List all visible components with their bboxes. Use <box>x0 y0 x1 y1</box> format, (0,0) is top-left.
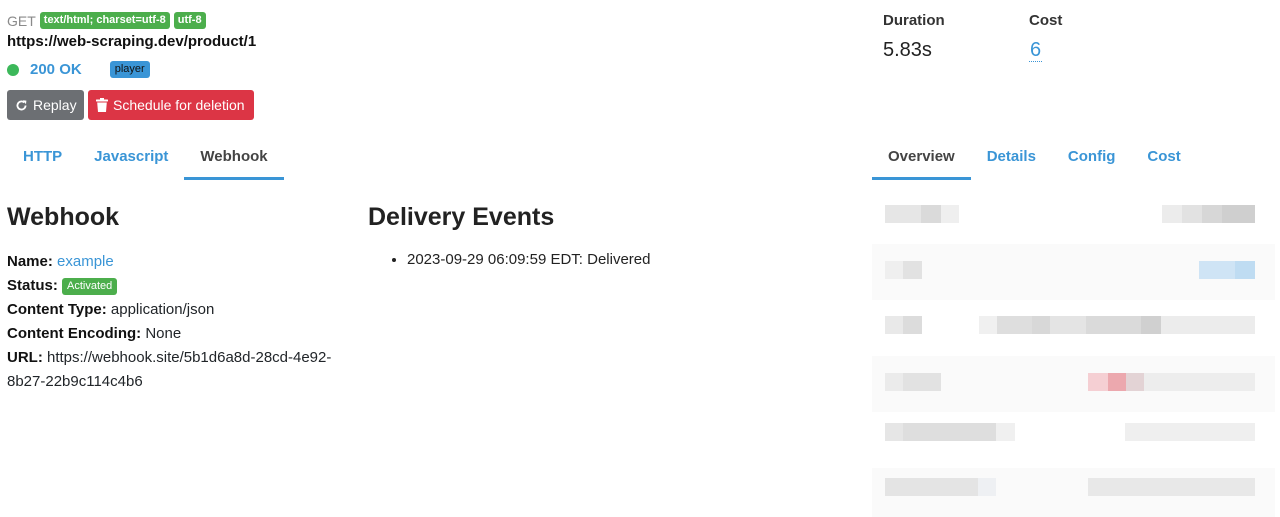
webhook-info: Name: example Status: Activated Content … <box>7 250 332 394</box>
redacted-row <box>872 300 1275 356</box>
replay-button[interactable]: Replay <box>7 90 84 120</box>
cost-label: Cost <box>1029 12 1063 29</box>
tab-http[interactable]: HTTP <box>7 136 78 180</box>
left-tab-bar: HTTP Javascript Webhook <box>7 136 284 180</box>
tab-webhook[interactable]: Webhook <box>184 136 284 180</box>
status-code: 200 OK <box>30 61 82 78</box>
content-encoding-label: Content Encoding: <box>7 325 142 342</box>
name-label: Name: <box>7 253 53 270</box>
status-line: 200 OK player <box>7 61 150 78</box>
url-label: URL: <box>7 349 43 366</box>
redacted-row <box>872 412 1275 468</box>
webhook-content-type-row: Content Type: application/json <box>7 298 332 322</box>
status-label: Status: <box>7 277 58 294</box>
activated-badge: Activated <box>62 278 118 295</box>
replay-icon <box>15 99 28 112</box>
http-method: GET <box>7 12 36 29</box>
cost-metric: Cost 6 <box>1029 12 1062 62</box>
delivery-event-item: 2023-09-29 06:09:59 EDT: Delivered <box>407 250 651 270</box>
duration-value: 5.83s <box>883 39 932 61</box>
webhook-name-link[interactable]: example <box>57 253 114 270</box>
content-encoding-value: None <box>145 325 182 342</box>
tab-cost[interactable]: Cost <box>1131 136 1196 180</box>
tab-overview[interactable]: Overview <box>872 136 971 180</box>
overview-panel-redacted <box>872 188 1275 517</box>
encoding-badge: utf-8 <box>173 12 206 29</box>
status-dot-icon <box>7 63 19 76</box>
redacted-row <box>872 244 1275 300</box>
duration-label: Duration <box>883 12 945 29</box>
webhook-status-row: Status: Activated <box>7 274 332 298</box>
duration-metric: Duration 5.83s <box>883 12 945 62</box>
tab-javascript[interactable]: Javascript <box>78 136 184 180</box>
delivery-events-title: Delivery Events <box>368 203 555 231</box>
tab-config[interactable]: Config <box>1052 136 1131 180</box>
webhook-url-value: https://webhook.site/5b1d6a8d-28cd-4e92-… <box>7 349 332 390</box>
redacted-row <box>872 468 1275 517</box>
player-badge: player <box>109 61 150 78</box>
content-type-label: Content Type: <box>7 301 107 318</box>
schedule-deletion-button[interactable]: Schedule for deletion <box>88 90 254 120</box>
webhook-url-row: URL: https://webhook.site/5b1d6a8d-28cd-… <box>7 346 332 394</box>
tab-details[interactable]: Details <box>971 136 1052 180</box>
cost-value-link[interactable]: 6 <box>1029 39 1043 62</box>
content-type-badge: text/html; charset=utf-8 <box>39 12 170 29</box>
request-header: GET text/html; charset=utf-8 utf-8 <box>7 12 206 29</box>
trash-icon <box>96 98 108 112</box>
schedule-deletion-label: Schedule for deletion <box>113 97 245 113</box>
right-tab-bar: Overview Details Config Cost <box>872 136 1197 180</box>
content-type-value: application/json <box>110 301 215 318</box>
webhook-name-row: Name: example <box>7 250 332 274</box>
request-url: https://web-scraping.dev/product/1 <box>7 33 257 50</box>
webhook-title: Webhook <box>7 203 120 231</box>
webhook-encoding-row: Content Encoding: None <box>7 322 332 346</box>
redacted-row <box>872 356 1275 412</box>
redacted-row <box>872 188 1275 244</box>
delivery-events-list: 2023-09-29 06:09:59 EDT: Delivered <box>407 250 651 270</box>
replay-label: Replay <box>33 97 77 113</box>
